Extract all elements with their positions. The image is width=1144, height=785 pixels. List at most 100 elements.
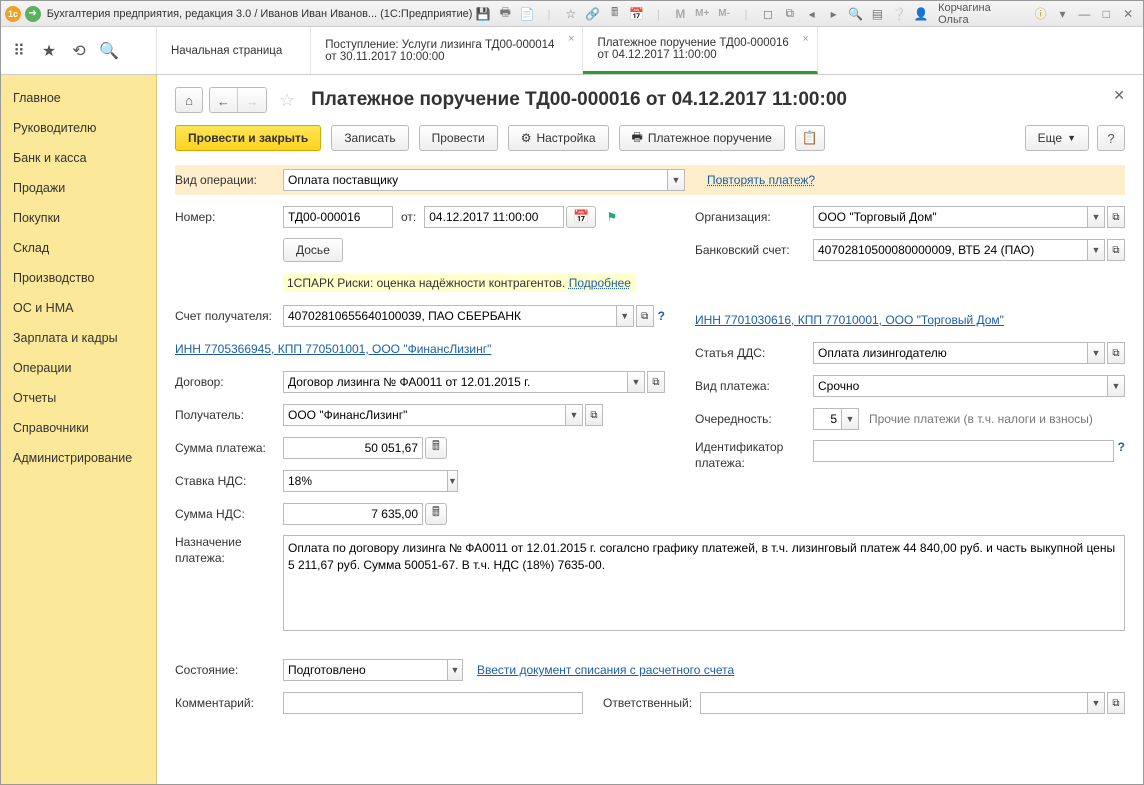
save-button[interactable]: Записать xyxy=(331,125,408,151)
recipient-acc-input[interactable] xyxy=(283,305,616,327)
back-button[interactable]: ← xyxy=(210,88,238,113)
open-icon[interactable]: ⧉ xyxy=(1107,239,1125,261)
dropdown-icon[interactable]: ▼ xyxy=(667,169,685,191)
close-window-icon[interactable]: ✕ xyxy=(1119,5,1137,23)
dropdown-icon[interactable]: ▼ xyxy=(565,404,583,426)
star-icon[interactable]: ★ xyxy=(39,41,59,61)
help-small-icon[interactable]: ❔ xyxy=(890,5,908,23)
tab-start[interactable]: Начальная страница xyxy=(157,27,311,74)
fwd-small-icon[interactable]: ▸ xyxy=(825,5,843,23)
calculator-icon[interactable]: 🖩 xyxy=(425,503,447,525)
calculator-icon[interactable]: 🖩 xyxy=(425,437,447,459)
purpose-textarea[interactable] xyxy=(283,535,1125,631)
sidebar-item[interactable]: Администрирование xyxy=(1,443,156,473)
sidebar-item[interactable]: Продажи xyxy=(1,173,156,203)
dropdown-icon[interactable]: ▾ xyxy=(1054,5,1072,23)
post-and-close-button[interactable]: Провести и закрыть xyxy=(175,125,321,151)
date-input[interactable] xyxy=(424,206,564,228)
open-icon[interactable]: ⧉ xyxy=(1107,692,1125,714)
dropdown-icon[interactable]: ▼ xyxy=(841,408,859,430)
sidebar-item[interactable]: Отчеты xyxy=(1,383,156,413)
pay-id-input[interactable] xyxy=(813,440,1114,462)
sidebar-item[interactable]: Операции xyxy=(1,353,156,383)
open-icon[interactable]: ⧉ xyxy=(1107,206,1125,228)
vat-sum-input[interactable] xyxy=(283,503,423,525)
info-icon[interactable]: ⓘ xyxy=(1032,5,1050,23)
favorite-icon[interactable]: ☆ xyxy=(562,5,580,23)
dropdown-icon[interactable]: ▼ xyxy=(616,305,634,327)
favorite-star-icon[interactable]: ☆ xyxy=(279,90,295,111)
dropdown-icon[interactable]: ▼ xyxy=(1087,692,1105,714)
create-writeoff-link[interactable]: Ввести документ списания с расчетного сч… xyxy=(477,663,734,677)
dropdown-icon[interactable]: ▼ xyxy=(1087,342,1105,364)
tab-close-icon[interactable]: × xyxy=(568,33,574,45)
tab-close-icon[interactable]: × xyxy=(802,33,808,45)
help-icon[interactable]: ? xyxy=(1118,440,1125,454)
calendar-icon[interactable]: 📅 xyxy=(628,5,646,23)
m-icon[interactable]: M xyxy=(671,5,689,23)
tab-receipt[interactable]: Поступление: Услуги лизинга ТД00-000014 … xyxy=(311,27,583,74)
sidebar-item[interactable]: Склад xyxy=(1,233,156,263)
dropdown-icon[interactable]: ▼ xyxy=(447,470,458,492)
bank-acc-input[interactable] xyxy=(813,239,1087,261)
open-icon[interactable]: ⧉ xyxy=(647,371,665,393)
calc-icon[interactable]: 🖩 xyxy=(606,5,624,23)
home-button[interactable]: ⌂ xyxy=(175,87,203,113)
calendar-picker-icon[interactable]: 📅 xyxy=(566,206,596,228)
responsible-input[interactable] xyxy=(700,692,1087,714)
search-small-icon[interactable]: 🔍 xyxy=(847,5,865,23)
op-type-input[interactable] xyxy=(283,169,667,191)
more-button[interactable]: Еще▼ xyxy=(1025,125,1089,151)
comment-input[interactable] xyxy=(283,692,583,714)
sidebar-item[interactable]: Главное xyxy=(1,83,156,113)
history-icon[interactable]: ⟲ xyxy=(69,41,89,61)
state-input[interactable] xyxy=(283,659,447,681)
spark-more-link[interactable]: Подробнее xyxy=(569,276,631,290)
settings-button[interactable]: ⚙Настройка xyxy=(508,125,609,151)
open-icon[interactable]: ⧉ xyxy=(585,404,603,426)
post-button[interactable]: Провести xyxy=(419,125,498,151)
recipient-org-link[interactable]: ИНН 7701030616, КПП 77010001, ООО "Торго… xyxy=(695,313,1004,327)
attachments-button[interactable]: 📋 xyxy=(795,125,825,151)
m-plus-icon[interactable]: M+ xyxy=(693,5,711,23)
number-input[interactable] xyxy=(283,206,393,228)
amount-input[interactable] xyxy=(283,437,423,459)
external-icon[interactable]: ⧉ xyxy=(781,5,799,23)
user-name[interactable]: Корчагина Ольга xyxy=(938,2,1024,26)
close-form-icon[interactable]: ✕ xyxy=(1113,87,1125,104)
sidebar-item[interactable]: Производство xyxy=(1,263,156,293)
sidebar-item[interactable]: ОС и НМА xyxy=(1,293,156,323)
save-icon[interactable]: 💾 xyxy=(474,5,492,23)
pay-type-input[interactable] xyxy=(813,375,1107,397)
status-flag-icon[interactable]: ⚑ xyxy=(606,210,617,224)
payer-link[interactable]: ИНН 7705366945, КПП 770501001, ООО "Фина… xyxy=(175,342,491,356)
forward-button[interactable]: → xyxy=(238,88,266,113)
help-icon[interactable]: ? xyxy=(658,309,665,323)
help-button[interactable]: ? xyxy=(1097,125,1125,151)
repeat-payment-link[interactable]: Повторять платеж? xyxy=(707,173,815,187)
minimize-icon[interactable]: — xyxy=(1075,5,1093,23)
windows-icon[interactable]: ▤ xyxy=(868,5,886,23)
vat-rate-input[interactable] xyxy=(283,470,447,492)
dds-input[interactable] xyxy=(813,342,1087,364)
print-payment-button[interactable]: 🖶Платежное поручение xyxy=(619,125,785,151)
search-icon[interactable]: 🔍 xyxy=(99,41,119,61)
sidebar-item[interactable]: Банк и касса xyxy=(1,143,156,173)
apps-icon[interactable]: ⠿ xyxy=(9,41,29,61)
m-minus-icon[interactable]: M- xyxy=(715,5,733,23)
dropdown-icon[interactable]: ▼ xyxy=(447,659,463,681)
priority-input[interactable] xyxy=(813,408,841,430)
sidebar-item[interactable]: Справочники xyxy=(1,413,156,443)
dropdown-icon[interactable]: ▼ xyxy=(1087,206,1105,228)
tab-payment[interactable]: Платежное поручение ТД00-000016 от 04.12… xyxy=(583,27,817,74)
dropdown-icon[interactable]: ▼ xyxy=(1107,375,1125,397)
back-small-icon[interactable]: ◂ xyxy=(803,5,821,23)
new-window-icon[interactable]: ◻ xyxy=(759,5,777,23)
doc-icon[interactable]: 📄 xyxy=(518,5,536,23)
link-icon[interactable]: 🔗 xyxy=(584,5,602,23)
print-icon[interactable]: 🖶 xyxy=(496,5,514,23)
open-icon[interactable]: ⧉ xyxy=(636,305,654,327)
recipient-input[interactable] xyxy=(283,404,565,426)
contract-input[interactable] xyxy=(283,371,627,393)
dossier-button[interactable]: Досье xyxy=(283,238,343,262)
